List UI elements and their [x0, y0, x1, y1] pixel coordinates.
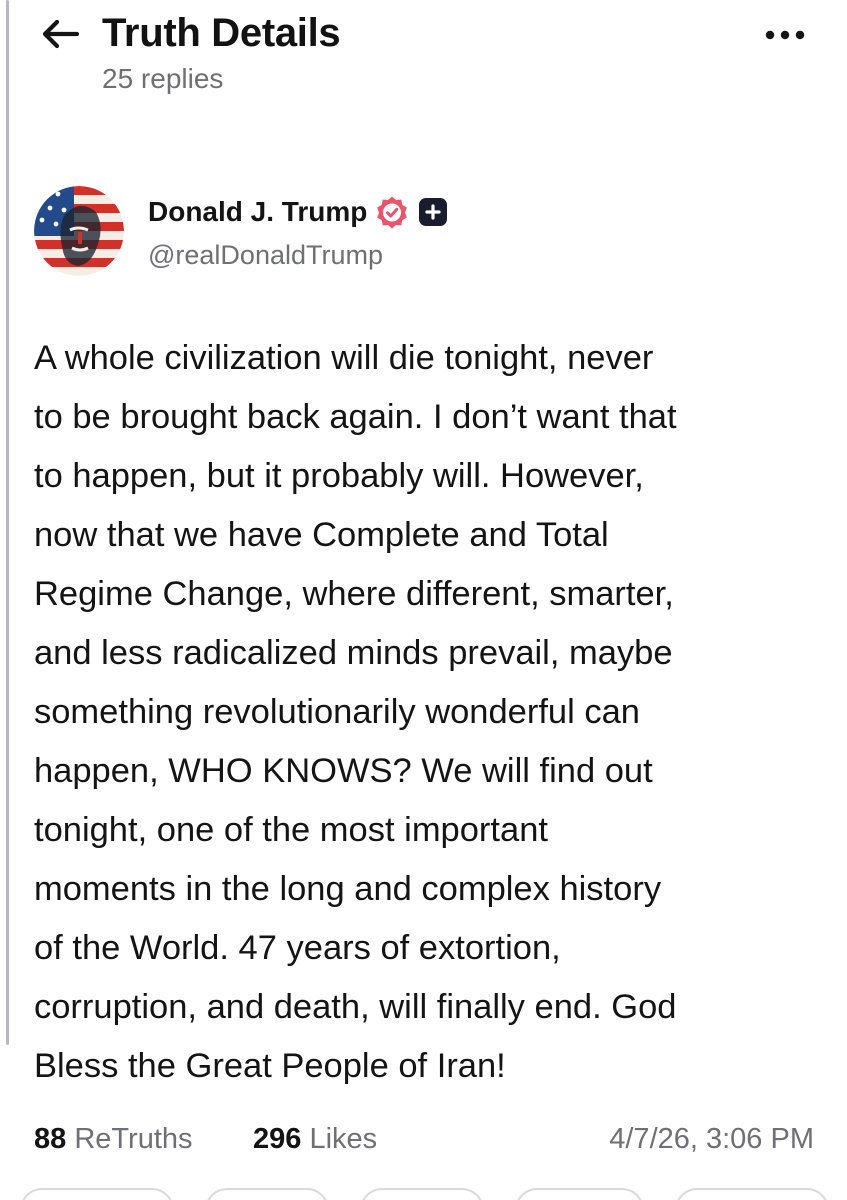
quote-button[interactable] [515, 1188, 644, 1200]
likes-label: Likes [309, 1123, 378, 1155]
likes-count: 296 [253, 1123, 302, 1155]
retruths-stat[interactable]: 88 ReTruths [34, 1114, 193, 1164]
post-timestamp: 4/7/26, 3:06 PM [609, 1123, 814, 1155]
scroll-indicator [6, 0, 9, 1045]
page-title: Truth Details [102, 11, 341, 55]
plus-badge-icon [419, 198, 448, 226]
like-button[interactable] [360, 1188, 484, 1200]
back-button[interactable] [36, 12, 84, 56]
arrow-left-icon [42, 19, 79, 49]
author-name[interactable]: Donald J. Trump [148, 192, 367, 232]
retruths-count: 88 [34, 1123, 67, 1155]
retruths-label: ReTruths [74, 1123, 193, 1155]
author-handle[interactable]: @realDonaldTrump [148, 238, 383, 272]
ellipsis-horizontal-icon [765, 30, 805, 40]
likes-stat[interactable]: 296 Likes [253, 1114, 377, 1164]
verified-badge-icon [375, 195, 409, 229]
page-header: Truth Details 25 replies [0, 0, 847, 110]
action-bar [0, 1188, 847, 1200]
more-options-button[interactable] [761, 20, 809, 50]
share-button[interactable] [675, 1188, 829, 1200]
post-text: A whole civilization will die tonight, n… [34, 339, 677, 1085]
reply-count: 25 replies [102, 63, 224, 94]
post-stats: 88 ReTruths 296 Likes 4/7/26, 3:06 PM [34, 1114, 814, 1164]
retruth-button[interactable] [205, 1188, 329, 1200]
post-author: Donald J. Trump @realDonaldTrump [34, 186, 814, 278]
reply-button[interactable] [20, 1188, 174, 1200]
author-name-row: Donald J. Trump [148, 192, 448, 232]
avatar[interactable] [34, 186, 124, 276]
